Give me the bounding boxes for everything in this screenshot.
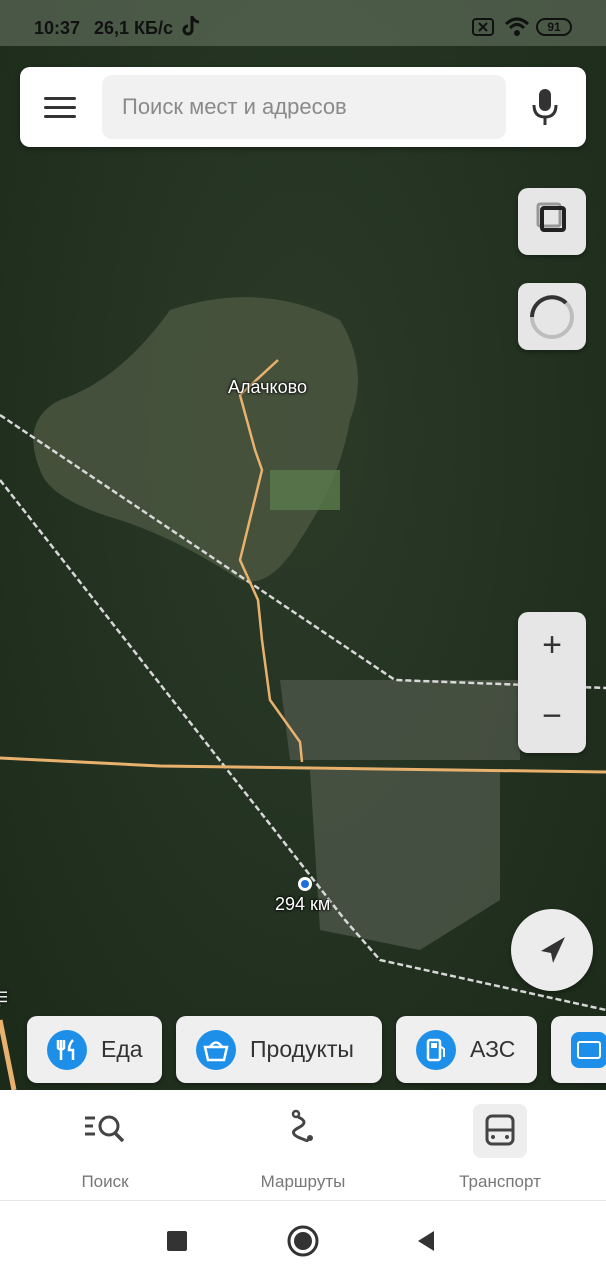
km-marker-label[interactable]: 294 км (275, 894, 330, 915)
recents-square-icon[interactable] (167, 1231, 187, 1251)
locate-me-button[interactable] (511, 909, 593, 991)
tab-transport[interactable]: Транспорт (445, 1090, 555, 1200)
route-icon (291, 1109, 313, 1143)
field-patch (270, 470, 340, 510)
search-list-icon (85, 1115, 125, 1143)
chip-food[interactable]: Еда (27, 1016, 162, 1083)
search-bar (20, 67, 586, 147)
settlement-east-area (280, 680, 520, 760)
road-label-partial: ш. (0, 990, 12, 1008)
chip-food-label: Еда (101, 1036, 143, 1062)
sim-disabled-icon (472, 18, 494, 36)
status-speed: 26,1 КБ/с (94, 18, 173, 38)
bottom-tab-bar: Поиск Маршруты Транспорт (0, 1090, 606, 1200)
microphone-icon[interactable] (530, 85, 560, 129)
layers-icon (536, 202, 566, 232)
status-bar: 10:37 26,1 КБ/с 91 (0, 0, 606, 56)
category-chips: Еда Продукты АЗС (0, 1016, 606, 1084)
fuel-pump-icon (416, 1030, 456, 1070)
zoom-controls: + − (518, 612, 586, 753)
fork-knife-icon (47, 1030, 87, 1070)
status-time: 10:37 (34, 18, 81, 38)
home-circle-icon[interactable] (286, 1224, 320, 1258)
chip-gas-station[interactable]: АЗС (396, 1016, 537, 1083)
tab-search-label: Поиск (81, 1172, 129, 1191)
search-input[interactable] (102, 75, 506, 139)
chip-gas-station-label: АЗС (470, 1036, 516, 1062)
tab-search[interactable]: Поиск (50, 1090, 160, 1200)
basket-icon (196, 1030, 236, 1070)
tab-routes[interactable]: Маршруты (248, 1090, 358, 1200)
tab-routes-label: Маршруты (260, 1172, 346, 1191)
satellite-map[interactable]: Алачково 294 км ш. + − (0, 0, 606, 1090)
bus-icon-bg (473, 1104, 527, 1158)
back-triangle-icon[interactable] (414, 1229, 438, 1253)
system-nav-bar (0, 1200, 606, 1281)
bus-icon (485, 1114, 515, 1146)
hamburger-menu-icon[interactable] (44, 89, 78, 125)
settlement-alachkovo-area (33, 297, 358, 582)
zoom-out-button[interactable]: − (518, 683, 586, 753)
speed-button[interactable] (518, 283, 586, 350)
wifi-icon (504, 17, 530, 36)
place-label-alachkovo[interactable]: Алачково (228, 377, 307, 398)
tab-transport-label: Транспорт (459, 1172, 541, 1191)
tiktok-icon (182, 16, 200, 36)
navigation-arrow-icon (541, 937, 565, 963)
chip-groceries-label: Продукты (250, 1036, 354, 1062)
layers-button[interactable] (518, 188, 586, 255)
parking-icon (571, 1032, 606, 1068)
chip-groceries[interactable]: Продукты (176, 1016, 382, 1083)
chip-parking[interactable] (551, 1016, 606, 1083)
km-marker-inner (301, 880, 309, 888)
settlement-south-area (310, 770, 500, 950)
speedometer-icon (530, 295, 574, 339)
zoom-in-button[interactable]: + (518, 612, 586, 682)
battery-icon: 91 (536, 18, 572, 36)
